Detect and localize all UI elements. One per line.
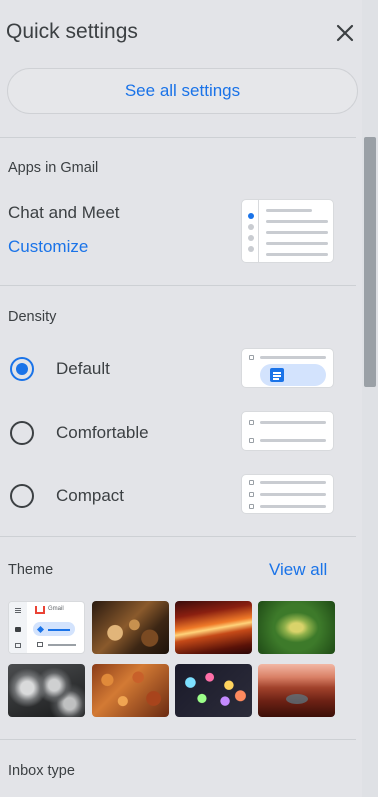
divider [0, 285, 356, 286]
theme-canyon-tile[interactable] [175, 601, 252, 654]
density-compact-radio[interactable] [10, 484, 34, 508]
theme-bubbles-tile[interactable] [8, 664, 85, 717]
panel-title: Quick settings [6, 20, 138, 43]
density-compact-label: Compact [56, 486, 125, 505]
density-comfortable-thumbnail[interactable] [241, 411, 334, 451]
inbox-type-section-heading: Inbox type [8, 763, 75, 779]
theme-view-all-link[interactable]: View all [269, 560, 327, 580]
theme-chess-tile[interactable] [92, 601, 169, 654]
theme-lights-tile[interactable] [175, 664, 252, 717]
divider [0, 137, 356, 138]
theme-section-heading: Theme [8, 562, 54, 578]
apps-layout-thumbnail[interactable] [241, 199, 334, 263]
chat-and-meet-label: Chat and Meet [8, 203, 120, 222]
theme-default-tile[interactable]: Gmail [8, 601, 85, 654]
apps-section-heading: Apps in Gmail [8, 160, 99, 176]
density-comfortable-label: Comfortable [56, 423, 149, 442]
panel-scrollbar[interactable] [364, 137, 376, 387]
theme-river-canyon-tile[interactable] [258, 664, 335, 717]
density-compact-thumbnail[interactable] [241, 474, 334, 514]
quick-settings-panel: Quick settings See all settings Apps in … [0, 0, 376, 797]
density-comfortable-radio[interactable] [10, 421, 34, 445]
divider [0, 536, 356, 537]
theme-plant-tile[interactable] [258, 601, 335, 654]
density-default-label: Default [56, 359, 110, 378]
divider [0, 739, 356, 740]
see-all-settings-button[interactable]: See all settings [7, 68, 358, 114]
density-section-heading: Density [8, 309, 57, 325]
density-default-thumbnail[interactable] [241, 348, 334, 388]
density-default-radio[interactable] [10, 357, 34, 381]
close-icon[interactable] [334, 22, 356, 44]
customize-link[interactable]: Customize [8, 237, 88, 257]
panel-header: Quick settings [0, 0, 362, 64]
theme-leaves-tile[interactable] [92, 664, 169, 717]
gmail-wordmark: Gmail [48, 606, 64, 612]
